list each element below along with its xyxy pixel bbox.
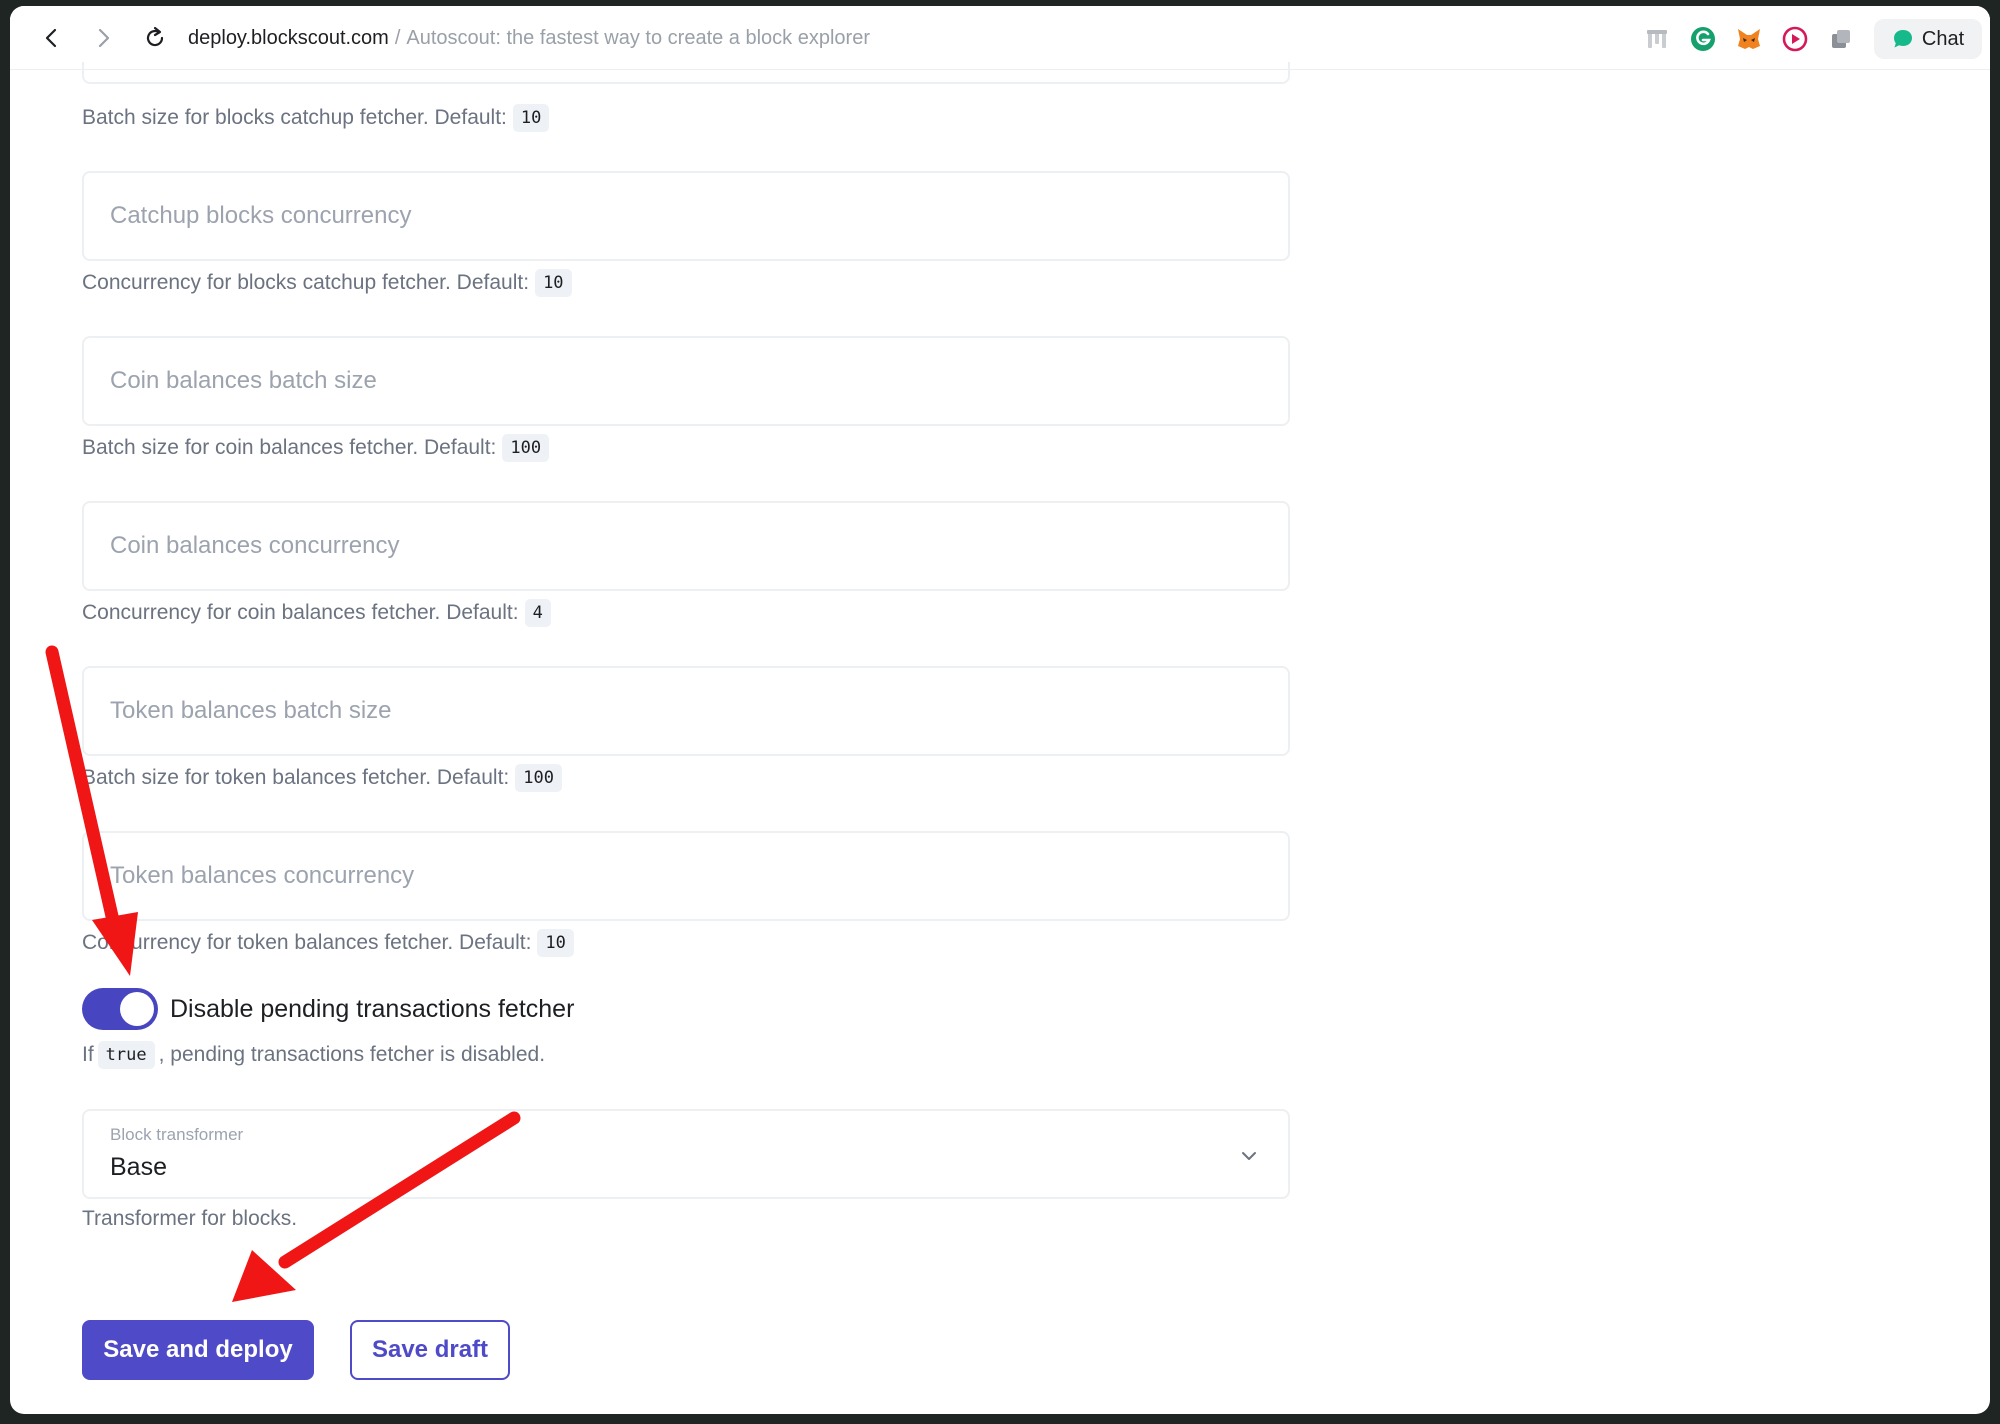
default-value-badge: 10: [535, 269, 572, 297]
select-help-text: Transformer for blocks.: [82, 1207, 298, 1230]
coin-balances-batch-size-input[interactable]: Coin balances batch size: [82, 336, 1290, 426]
forward-button[interactable]: [87, 22, 119, 54]
key-icon: [1647, 30, 1667, 48]
url-separator: /: [394, 26, 401, 49]
true-code-badge: true: [97, 1041, 155, 1069]
field-help-text: Batch size for blocks catchup fetcher. D…: [82, 104, 550, 132]
extension-metamask-button[interactable]: [1734, 24, 1764, 54]
input-placeholder: Token balances batch size: [110, 697, 392, 724]
select-value: Base: [110, 1153, 167, 1181]
previous-field-input[interactable]: [82, 62, 1290, 84]
disable-pending-transactions-toggle[interactable]: [82, 988, 158, 1030]
default-value-badge: 10: [512, 104, 550, 132]
input-placeholder: Coin balances concurrency: [110, 532, 400, 559]
chevron-down-icon: [1242, 1152, 1256, 1160]
chat-label: Chat: [1921, 27, 1965, 50]
extension-key-button[interactable]: [1642, 24, 1672, 54]
reload-icon: [146, 26, 164, 47]
chat-button[interactable]: Chat: [1874, 19, 1982, 59]
toggle-knob: [120, 992, 154, 1026]
chevron-right-icon: [98, 28, 110, 48]
grammarly-icon: [1691, 27, 1715, 51]
metamask-fox-icon: [1738, 29, 1760, 49]
back-button[interactable]: [36, 22, 68, 54]
default-value-badge: 100: [502, 434, 550, 462]
field-help-text: Concurrency for coin balances fetcher. D…: [82, 599, 551, 627]
block-transformer-select[interactable]: Block transformer Base: [82, 1109, 1290, 1199]
input-placeholder: Coin balances batch size: [110, 367, 377, 394]
reload-button[interactable]: [139, 22, 171, 54]
default-value-badge: 10: [537, 929, 574, 957]
default-value-badge: 4: [524, 599, 551, 627]
save-draft-button[interactable]: Save draft: [350, 1320, 510, 1380]
puzzle-icon: [1832, 30, 1850, 48]
address-bar[interactable]: deploy.blockscout.com / Autoscout: the f…: [188, 6, 870, 70]
token-balances-batch-size-input[interactable]: Token balances batch size: [82, 666, 1290, 756]
page-title: Autoscout: the fastest way to create a b…: [406, 26, 870, 49]
url-host: deploy.blockscout.com: [188, 26, 389, 49]
field-help-text: Concurrency for blocks catchup fetcher. …: [82, 269, 572, 297]
save-and-deploy-button[interactable]: Save and deploy: [82, 1320, 314, 1380]
field-help-text: Concurrency for token balances fetcher. …: [82, 929, 574, 957]
field-help-text: Batch size for coin balances fetcher. De…: [82, 434, 550, 462]
token-balances-concurrency-input[interactable]: Token balances concurrency: [82, 831, 1290, 921]
coin-balances-concurrency-input[interactable]: Coin balances concurrency: [82, 501, 1290, 591]
input-placeholder: Catchup blocks concurrency: [110, 202, 412, 229]
chevron-left-icon: [45, 28, 57, 48]
catchup-blocks-concurrency-input[interactable]: Catchup blocks concurrency: [82, 171, 1290, 261]
browser-toolbar: deploy.blockscout.com / Autoscout: the f…: [10, 6, 1990, 70]
extension-recorder-button[interactable]: [1780, 24, 1810, 54]
play-circle-icon: [1782, 26, 1808, 52]
input-placeholder: Token balances concurrency: [110, 862, 415, 889]
toggle-label: Disable pending transactions fetcher: [170, 994, 575, 1023]
chat-bubble-icon: [1893, 30, 1912, 48]
browser-window: deploy.blockscout.com / Autoscout: the f…: [10, 6, 1990, 1414]
select-label: Block transformer: [110, 1125, 244, 1144]
field-help-text: Batch size for token balances fetcher. D…: [82, 764, 562, 792]
default-value-badge: 100: [515, 764, 562, 792]
extension-grammarly-button[interactable]: [1688, 24, 1718, 54]
disable-pending-transactions-row: Disable pending transactions fetcher: [82, 988, 574, 1030]
extensions-button[interactable]: [1826, 24, 1856, 54]
form-content: Batch size for blocks catchup fetcher. D…: [10, 62, 1990, 1414]
toggle-help-text: If true , pending transactions fetcher i…: [82, 1041, 545, 1069]
